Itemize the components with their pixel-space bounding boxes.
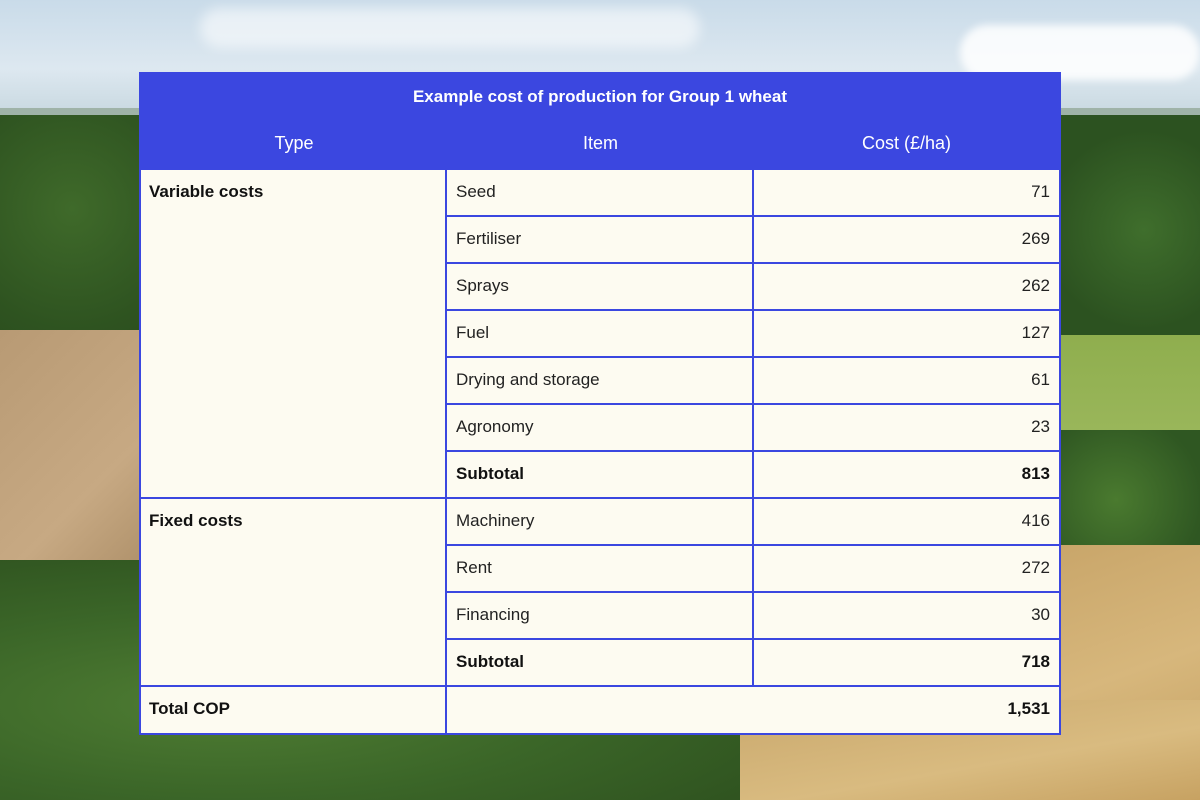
subtotal-value: 813: [1021, 464, 1050, 483]
subtotal-row: Subtotal 813: [447, 450, 1059, 497]
total-row: Total COP 1,531: [141, 685, 1059, 733]
cost-cell: 23: [1031, 417, 1050, 436]
type-cell: Fixed costs: [141, 499, 447, 685]
fixed-costs-group: Fixed costs Machinery 416 Rent 272 Finan…: [141, 497, 1059, 685]
type-cell: Variable costs: [141, 170, 447, 497]
table-row: Financing 30: [447, 591, 1059, 638]
cost-table: Example cost of production for Group 1 w…: [139, 72, 1061, 735]
item-cell: Fertiliser: [447, 217, 754, 262]
table-header: Type Item Cost (£/ha): [141, 120, 1059, 168]
table-row: Rent 272: [447, 544, 1059, 591]
header-type: Type: [274, 133, 314, 153]
item-cell: Financing: [447, 593, 754, 638]
item-cell: Sprays: [447, 264, 754, 309]
variable-costs-group: Variable costs Seed 71 Fertiliser 269 Sp…: [141, 168, 1059, 497]
table-row: Drying and storage 61: [447, 356, 1059, 403]
table-row: Sprays 262: [447, 262, 1059, 309]
table-title: Example cost of production for Group 1 w…: [141, 74, 1059, 120]
table-row: Seed 71: [447, 170, 1059, 215]
total-label: Total COP: [141, 687, 447, 733]
cost-cell: 61: [1031, 370, 1050, 389]
subtotal-value: 718: [1021, 652, 1050, 671]
group-rows: Machinery 416 Rent 272 Financing 30 Subt…: [447, 499, 1059, 685]
cost-cell: 262: [1021, 276, 1050, 295]
table-row: Fuel 127: [447, 309, 1059, 356]
group-rows: Seed 71 Fertiliser 269 Sprays 262 Fuel 1…: [447, 170, 1059, 497]
item-cell: Drying and storage: [447, 358, 754, 403]
cost-cell: 269: [1021, 229, 1050, 248]
subtotal-row: Subtotal 718: [447, 638, 1059, 685]
item-cell: Machinery: [447, 499, 754, 544]
table-row: Fertiliser 269: [447, 215, 1059, 262]
item-cell: Fuel: [447, 311, 754, 356]
cloud: [200, 8, 700, 48]
item-cell: Rent: [447, 546, 754, 591]
item-cell: Seed: [447, 170, 754, 215]
header-item: Item: [582, 133, 618, 153]
cost-cell: 127: [1021, 323, 1050, 342]
table-row: Machinery 416: [447, 499, 1059, 544]
woodland: [1060, 115, 1200, 345]
total-value: 1,531: [1007, 699, 1050, 718]
subtotal-label: Subtotal: [447, 640, 754, 685]
cost-cell: 416: [1021, 511, 1050, 530]
subtotal-label: Subtotal: [447, 452, 754, 497]
item-cell: Agronomy: [447, 405, 754, 450]
table-row: Agronomy 23: [447, 403, 1059, 450]
cost-cell: 30: [1031, 605, 1050, 624]
cost-cell: 71: [1031, 182, 1050, 201]
cost-cell: 272: [1021, 558, 1050, 577]
header-cost: Cost (£/ha): [861, 133, 952, 153]
